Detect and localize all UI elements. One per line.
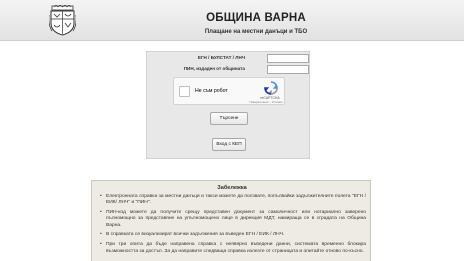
recaptcha-logo-icon <box>264 81 278 95</box>
note-item: Електронната справка за местни данъци и … <box>100 194 366 207</box>
login-form: ЕГН / БУЛСТАТ / ЛНЧ ПИН, издаден от общи… <box>146 51 310 159</box>
page-title: ОБЩИНА ВАРНА <box>206 12 306 24</box>
recaptcha-label: Не съм робот <box>195 88 228 94</box>
page-subtitle: Плащане на местни данъци и ТБО <box>204 29 308 35</box>
egn-input[interactable] <box>267 54 309 63</box>
coat-of-arms-icon <box>49 5 76 36</box>
recaptcha-widget: Не съм робот reCAPTCHA Поверителност - У… <box>173 77 285 105</box>
egn-row: ЕГН / БУЛСТАТ / ЛНЧ <box>147 54 311 64</box>
page-header: ОБЩИНА ВАРНА Плащане на местни данъци и … <box>0 0 464 41</box>
pin-row: ПИН, издаден от общината <box>147 65 311 75</box>
pin-label: ПИН, издаден от общината <box>183 66 245 71</box>
note-item: В справката се визуализират всички задъл… <box>100 232 366 239</box>
note-item: При три опита да бъде направена справка … <box>100 242 366 255</box>
recaptcha-checkbox[interactable] <box>179 86 190 97</box>
pin-input[interactable] <box>267 65 309 74</box>
egn-label: ЕГН / БУЛСТАТ / ЛНЧ <box>197 55 245 60</box>
notes-list: Електронната справка за местни данъци и … <box>100 194 366 258</box>
recaptcha-terms-link[interactable]: Поверителност - Условия <box>245 100 287 104</box>
notes-panel: Забележка Електронната справка за местни… <box>91 180 371 261</box>
kep-login-button[interactable]: Вход с КЕП <box>212 138 246 151</box>
search-button[interactable]: Търсене <box>210 112 248 125</box>
note-item: ПИН-код можете да получите срещу предста… <box>100 210 366 229</box>
notes-title: Забележка <box>217 185 247 191</box>
